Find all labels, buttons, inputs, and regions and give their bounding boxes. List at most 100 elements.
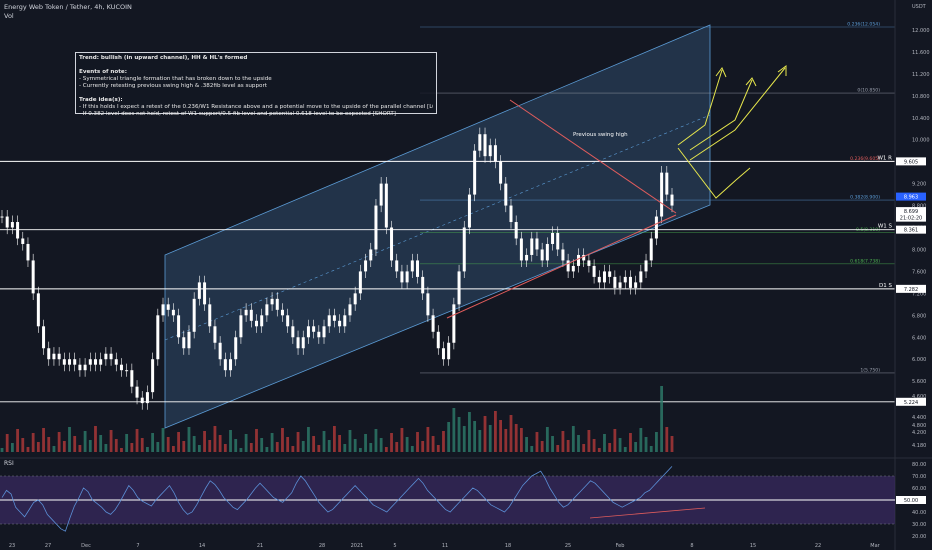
candle xyxy=(322,326,326,338)
volume-bar xyxy=(26,447,30,452)
volume-bar xyxy=(151,433,155,452)
volume-bar xyxy=(644,437,648,452)
candle xyxy=(441,348,445,360)
candle xyxy=(16,222,20,239)
volume-bar xyxy=(140,438,144,452)
candle xyxy=(0,216,4,218)
volume-bar xyxy=(582,444,586,452)
volume-bar xyxy=(83,431,87,452)
candle xyxy=(254,320,258,327)
candle xyxy=(613,276,617,288)
candle xyxy=(93,359,97,365)
candle xyxy=(623,276,627,283)
candle xyxy=(561,249,565,261)
candle xyxy=(119,364,123,371)
volume-bar xyxy=(597,448,601,452)
volume-bar xyxy=(62,441,66,452)
volume-bar xyxy=(608,443,612,452)
volume-bar xyxy=(166,437,170,452)
candle xyxy=(467,194,471,228)
y-tick-label: 6.000 xyxy=(912,357,926,363)
candle xyxy=(229,359,233,371)
volume-bar xyxy=(42,428,45,452)
volume-bar xyxy=(218,435,222,452)
candle xyxy=(379,183,383,206)
candle xyxy=(426,293,430,316)
candle xyxy=(530,238,534,255)
volume-bar xyxy=(286,437,290,452)
y-tick-label: 10.000 xyxy=(912,138,930,144)
volume-bar xyxy=(249,443,253,452)
x-tick-label: Mar xyxy=(870,543,880,549)
x-tick-label: 22 xyxy=(815,543,821,549)
note-events-title: Events of note: xyxy=(79,69,127,75)
candle xyxy=(390,227,394,261)
x-tick-label: 14 xyxy=(199,543,205,549)
y-tick-label: 6.800 xyxy=(912,313,926,319)
x-tick-label: 25 xyxy=(565,543,571,549)
volume-bar xyxy=(649,446,653,452)
y-tick-label: 5.600 xyxy=(912,379,926,385)
candle xyxy=(88,359,92,365)
volume-bar xyxy=(592,439,596,452)
candle xyxy=(462,227,466,272)
price-tag-label: 9.605 xyxy=(904,159,918,165)
y-tick-label: 10.800 xyxy=(912,94,930,100)
volume-bar xyxy=(426,427,430,452)
volume-bar xyxy=(514,424,518,452)
volume-bar xyxy=(171,446,175,452)
candle xyxy=(416,260,420,277)
volume-bar xyxy=(146,447,149,452)
x-tick-label: 2021 xyxy=(351,543,364,549)
volume-bar xyxy=(545,427,549,452)
candle xyxy=(602,271,606,283)
volume-bar xyxy=(52,446,56,452)
candle xyxy=(312,326,316,332)
volume-bar xyxy=(270,433,274,452)
candle xyxy=(488,145,492,157)
volume-bar xyxy=(197,445,201,452)
volume-bar xyxy=(613,429,617,452)
volume-bar xyxy=(31,433,35,452)
volume-bar xyxy=(120,448,123,452)
candle xyxy=(135,386,139,398)
volume-bar xyxy=(307,427,310,452)
candle xyxy=(62,359,66,365)
candle xyxy=(577,254,581,266)
volume-bar xyxy=(530,446,534,452)
candle xyxy=(52,353,56,360)
candle xyxy=(317,331,321,338)
candle xyxy=(249,309,253,321)
volume-bar xyxy=(509,415,513,452)
volume-bar xyxy=(369,443,373,452)
rsi-tick-label: 20.00 xyxy=(912,534,926,540)
y-tick-label: 8.000 xyxy=(912,247,926,253)
volume-bar xyxy=(135,429,139,452)
volume-bar xyxy=(655,432,658,452)
candle xyxy=(509,205,513,223)
candle xyxy=(332,315,336,321)
y-tick-label: 10.400 xyxy=(912,116,930,122)
volume-bar xyxy=(384,447,388,452)
price-tag-label: 8.361 xyxy=(904,228,918,234)
volume-bar xyxy=(488,425,492,452)
fib-label: 0(10.850) xyxy=(857,88,880,94)
volume-bar xyxy=(551,436,554,452)
volume-bar xyxy=(94,426,97,452)
candle xyxy=(260,315,264,327)
rsi-tick-label: 40.00 xyxy=(912,510,926,516)
candle xyxy=(125,370,129,372)
candle xyxy=(649,238,653,261)
volume-bar xyxy=(203,431,206,452)
volume-bar xyxy=(317,445,321,452)
x-tick-label: 21 xyxy=(257,543,263,549)
candle xyxy=(145,392,149,404)
volume-bar xyxy=(504,429,508,452)
candle xyxy=(73,359,77,365)
candle xyxy=(99,359,103,365)
volume-bar xyxy=(291,446,295,452)
candle xyxy=(26,243,30,261)
volume-bar xyxy=(21,438,25,452)
candle xyxy=(171,309,175,316)
rsi-value-label: 50.00 xyxy=(904,498,918,504)
